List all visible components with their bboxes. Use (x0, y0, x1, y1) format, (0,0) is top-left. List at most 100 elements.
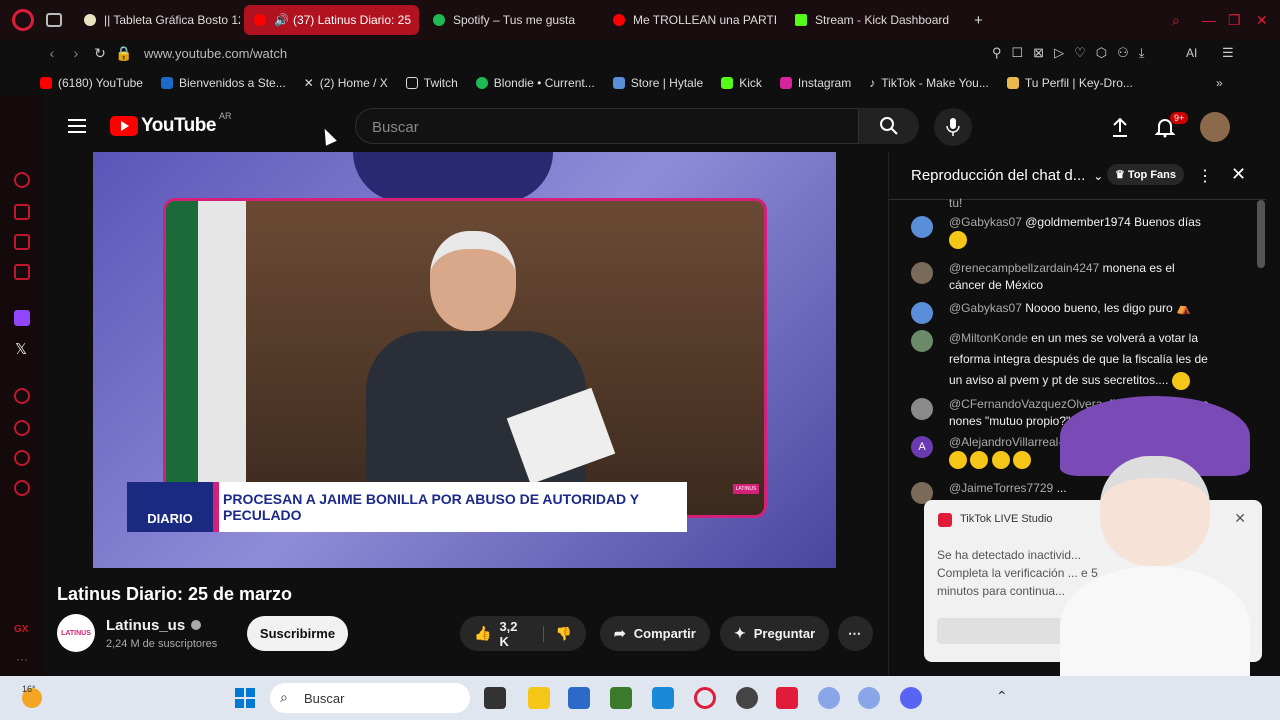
bookmark-instagram[interactable]: Instagram (779, 76, 851, 90)
subscribe-button[interactable]: Suscribirme (247, 616, 348, 651)
app-icon-2[interactable] (858, 687, 880, 709)
tray-chevron-up-icon[interactable]: ⌃ (996, 688, 1008, 705)
tab-island-icon[interactable] (46, 13, 62, 27)
upload-icon[interactable] (1110, 116, 1130, 138)
chat-avatar[interactable] (911, 302, 933, 324)
photos-icon[interactable] (652, 687, 674, 709)
aria-icon[interactable] (14, 172, 30, 188)
dislike-icon[interactable]: 👎 (542, 625, 572, 642)
forward-icon[interactable]: › (64, 45, 88, 61)
notification-title: TikTok LIVE Studio (960, 513, 1053, 525)
minimize-icon[interactable]: — (1202, 12, 1216, 28)
ask-button[interactable]: ✦ Preguntar (720, 616, 830, 651)
windows-start-icon[interactable] (234, 687, 256, 709)
settings-icon[interactable] (14, 480, 30, 496)
back-icon[interactable]: ‹ (40, 45, 64, 61)
toolbar-icons[interactable]: ⚲☐⊠▷♡⬡⚇⤓ (992, 45, 1154, 61)
gx-icon[interactable]: GX (14, 624, 28, 635)
bookmark-spotify[interactable]: Blondie • Current... (475, 76, 595, 90)
tab-latinus[interactable]: 🔊 (37) Latinus Diario: 25 (244, 5, 419, 35)
bookmark-kick[interactable]: Kick (721, 76, 762, 90)
tab-kick[interactable]: Stream - Kick Dashboard (785, 5, 960, 35)
url-field[interactable]: www.youtube.com/watch (144, 46, 287, 61)
chat-author[interactable]: @MiltonKonde (949, 331, 1028, 345)
tiktok-studio-taskbar-icon[interactable] (776, 687, 798, 709)
file-explorer-icon[interactable] (528, 687, 550, 709)
bookmark-hytale[interactable]: Store | Hytale (612, 76, 703, 90)
chat-author[interactable]: @renecampbellzardain4247 (949, 261, 1099, 275)
channel-avatar[interactable]: LATINUS (57, 614, 95, 652)
close-window-icon[interactable]: ✕ (1256, 12, 1268, 29)
like-icon[interactable]: 👍 (474, 625, 491, 642)
search-button[interactable] (859, 108, 919, 144)
youtube-logo[interactable]: YouTube AR (110, 111, 231, 137)
microsoft-store-icon[interactable] (568, 687, 590, 709)
sidebar-more-icon[interactable]: ··· (16, 652, 28, 666)
bookmark-x[interactable]: ✕ (2) Home / X (304, 76, 388, 90)
bookmark-youtube[interactable]: (6180) YouTube (40, 76, 143, 90)
video-frame (163, 198, 767, 518)
bookmark-tiktok[interactable]: ♪ TikTok - Make You... (869, 76, 989, 90)
share-button[interactable]: ➦ Compartir (600, 616, 710, 651)
chat-author[interactable]: @Gabykas07 (949, 215, 1022, 229)
search-tabs-icon[interactable]: ⌕ (1172, 12, 1180, 29)
taskbar-search-input[interactable]: ⌕ Buscar (270, 683, 470, 713)
chat-author[interactable]: @Gabykas07 (949, 301, 1022, 315)
lock-icon[interactable]: 🔒 (112, 45, 136, 62)
hytale-icon (612, 77, 625, 89)
chat-avatar[interactable]: A (911, 436, 933, 458)
like-count[interactable]: 3,2 K (499, 619, 526, 649)
task-view-icon[interactable] (484, 687, 506, 709)
tab-trollean[interactable]: Me TROLLEAN una PARTI (603, 5, 781, 35)
chat-avatar[interactable] (911, 216, 933, 238)
opera-logo-icon[interactable] (12, 9, 34, 31)
bookmark-steam[interactable]: Bienvenidos a Ste... (160, 76, 286, 90)
search-icon: ⌕ (280, 689, 288, 705)
reload-icon[interactable]: ↻ (88, 45, 112, 62)
latinus-watermark: LATINUS (733, 484, 759, 494)
crypto-wallet-icon[interactable] (14, 204, 30, 220)
chat-scrollbar[interactable] (1257, 200, 1265, 268)
chat-avatar[interactable] (911, 398, 933, 420)
chat-title[interactable]: Reproducción del chat d... (911, 167, 1085, 184)
page-icon (405, 77, 418, 89)
twitch-icon[interactable] (14, 310, 30, 326)
bookmarks-overflow-icon[interactable]: » (1216, 76, 1223, 90)
chat-author[interactable]: @JaimeTorres7729 (949, 481, 1053, 495)
chat-avatar[interactable] (911, 262, 933, 284)
chat-avatar[interactable] (911, 330, 933, 352)
minecraft-icon[interactable] (610, 687, 632, 709)
ai-label[interactable]: AI (1186, 46, 1197, 60)
close-chat-icon[interactable]: ✕ (1231, 164, 1246, 185)
history-icon[interactable] (14, 420, 30, 436)
chat-menu-icon[interactable]: ⋮ (1197, 166, 1213, 186)
extensions-icon[interactable] (14, 450, 30, 466)
channel-name[interactable]: Latinus_us (106, 617, 202, 634)
account-avatar[interactable] (1200, 112, 1230, 142)
tab-tableta[interactable]: || Tableta Gráfica Bosto 12 (74, 5, 240, 35)
speaker-icon[interactable]: 🔊 (274, 13, 289, 27)
hamburger-menu-icon[interactable] (68, 119, 86, 133)
x-twitter-icon[interactable]: 𝕏 (15, 340, 27, 358)
voice-search-button[interactable] (934, 108, 972, 146)
search-input[interactable]: Buscar (355, 108, 859, 144)
weather-temperature: 16° (22, 684, 36, 694)
bookmark-twitch[interactable]: Twitch (405, 76, 458, 90)
news-icon[interactable] (14, 234, 30, 250)
messenger-icon[interactable] (14, 264, 30, 280)
player-icon[interactable] (14, 388, 30, 404)
bookmark-label: Twitch (423, 76, 458, 90)
video-player[interactable]: DIARIO PROCESAN A JAIME BONILLA POR ABUS… (93, 152, 836, 568)
chevron-down-icon[interactable]: ⌄ (1093, 169, 1103, 183)
opera-gx-icon[interactable] (694, 687, 716, 709)
discord-icon[interactable] (900, 687, 922, 709)
more-actions-button[interactable]: ⋯ (838, 616, 873, 651)
top-fans-button[interactable]: ♛ Top Fans (1107, 164, 1184, 185)
obs-icon[interactable] (736, 687, 758, 709)
app-icon[interactable] (818, 687, 840, 709)
maximize-icon[interactable]: ❐ (1228, 12, 1241, 29)
tab-spotify[interactable]: Spotify – Tus me gusta (423, 5, 599, 35)
menu-icon[interactable]: ☰ (1222, 45, 1234, 61)
new-tab-button[interactable]: + (964, 5, 990, 35)
bookmark-keydrop[interactable]: Tu Perfil | Key-Dro... (1006, 76, 1133, 90)
